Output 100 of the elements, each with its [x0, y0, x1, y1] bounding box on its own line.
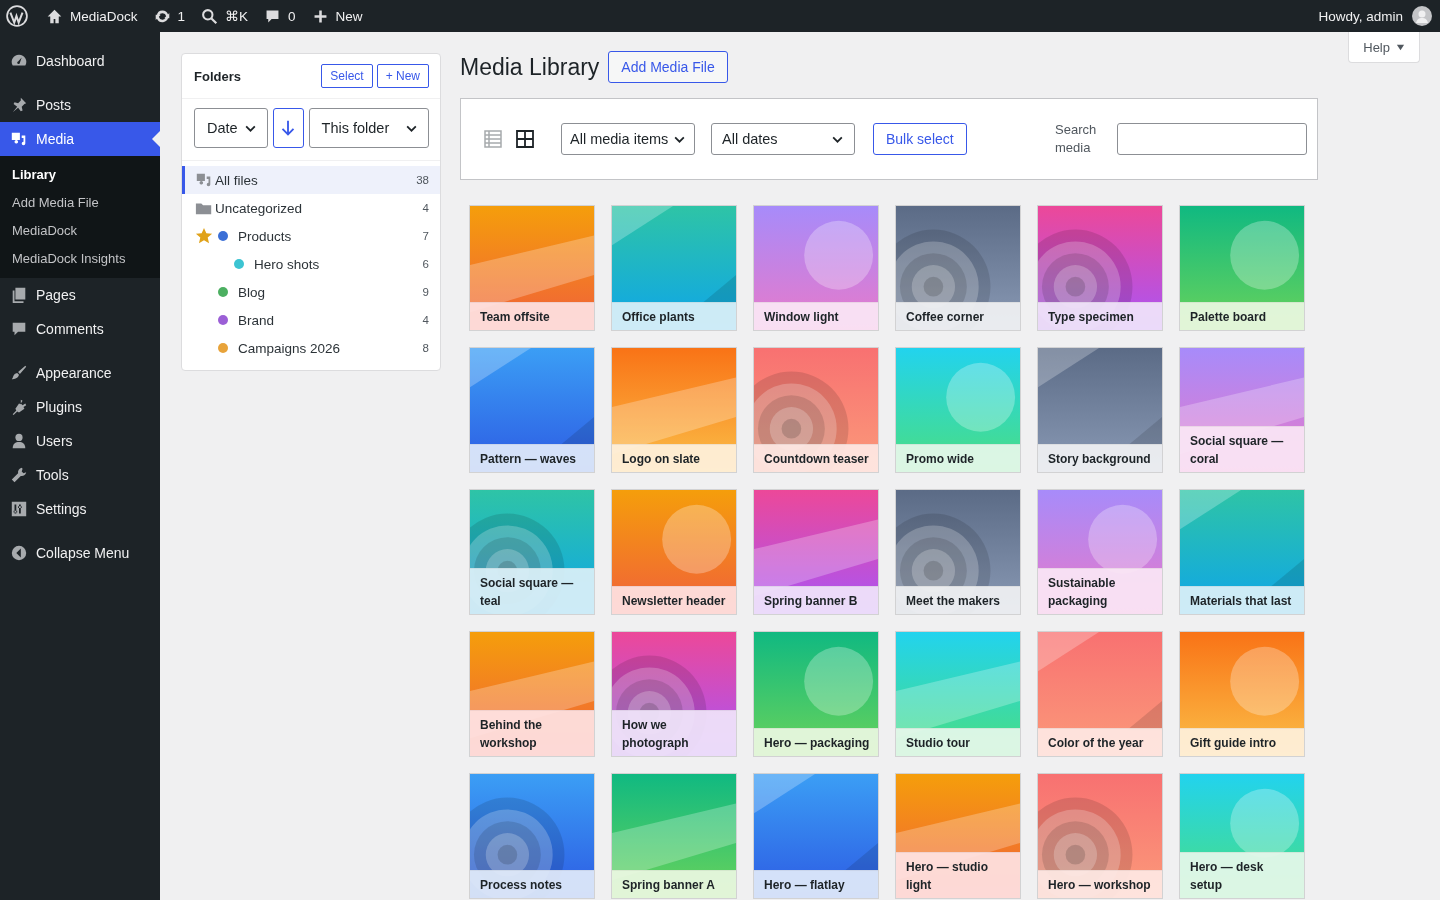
help-button[interactable]: Help	[1348, 32, 1420, 63]
media-tile[interactable]: Countdown teaser	[753, 347, 879, 473]
menu-item[interactable]: Appearance	[0, 356, 160, 390]
folder-item[interactable]: Brand 4	[182, 306, 440, 334]
collapse-menu-button[interactable]: Collapse Menu	[0, 536, 160, 570]
wordpress-logo-icon[interactable]	[6, 5, 28, 27]
scope-select[interactable]: This folder	[308, 108, 429, 148]
media-title: Social square — teal	[480, 576, 574, 608]
media-tile[interactable]: Materials that last	[1179, 489, 1305, 615]
media-tile[interactable]: Office plants	[611, 205, 737, 331]
date-select[interactable]: All dates	[711, 123, 855, 155]
file-count: 9	[422, 286, 429, 298]
page-title: Media Library	[460, 53, 600, 81]
submenu-item[interactable]: Library	[0, 160, 160, 188]
media-tile[interactable]: Newsletter header	[611, 489, 737, 615]
media-tile[interactable]: Promo wide	[895, 347, 1021, 473]
media-tile[interactable]: Process notes	[469, 773, 595, 899]
media-tile[interactable]: Hero — studio light	[895, 773, 1021, 899]
media-type-select[interactable]: All media items	[561, 123, 695, 155]
media-tile[interactable]: Social square — teal	[469, 489, 595, 615]
new-link[interactable]: New	[311, 7, 363, 25]
media-tile[interactable]: Gift guide intro	[1179, 631, 1305, 757]
folder-item[interactable]: Products 7	[182, 222, 440, 250]
search-link[interactable]: ⌘K	[201, 7, 249, 25]
media-tile[interactable]: Studio tour	[895, 631, 1021, 757]
caret-icon	[1396, 42, 1405, 52]
menu-item[interactable]: Users	[0, 424, 160, 458]
media-tile[interactable]: Type specimen	[1037, 205, 1163, 331]
submenu-item[interactable]: Add Media File	[0, 188, 160, 216]
select-button[interactable]: Select	[321, 64, 373, 88]
updates-link[interactable]: 1	[153, 7, 186, 25]
media-title: Spring banner B	[764, 594, 858, 608]
media-tile[interactable]: Hero — workshop	[1037, 773, 1163, 899]
media-title: Countdown teaser	[764, 452, 869, 466]
bulk-select-button[interactable]: Bulk select	[873, 123, 967, 155]
folder-item[interactable]: Hero shots 6	[182, 250, 440, 278]
pages-icon	[10, 286, 28, 304]
sort-direction-button[interactable]	[272, 108, 304, 148]
folder-item[interactable]: Campaigns 2026 8	[182, 334, 440, 362]
menu-item[interactable]: Comments	[0, 312, 160, 346]
media-tile[interactable]: How we photograph	[611, 631, 737, 757]
media-title: Spring banner A	[622, 878, 715, 892]
media-tile[interactable]: Hero — packaging	[753, 631, 879, 757]
brush-icon	[10, 364, 28, 382]
media-tile[interactable]: Social square — coral	[1179, 347, 1305, 473]
menu-item[interactable]: Media	[0, 122, 160, 156]
media-title: Type specimen	[1048, 310, 1134, 324]
media-tile[interactable]: Palette board	[1179, 205, 1305, 331]
media-tile[interactable]: Story background	[1037, 347, 1163, 473]
person-icon	[10, 432, 28, 450]
media-tile[interactable]: Team offsite	[469, 205, 595, 331]
menu-item[interactable]: Tools	[0, 458, 160, 492]
media-tile[interactable]: Hero — flatlay	[753, 773, 879, 899]
media-tile[interactable]: Sustainable packaging	[1037, 489, 1163, 615]
menu-item[interactable]: Plugins	[0, 390, 160, 424]
folder-item[interactable]: All files 38	[182, 166, 440, 194]
media-tile[interactable]: Spring banner B	[753, 489, 879, 615]
media-tile[interactable]: Behind the workshop	[469, 631, 595, 757]
folder-item[interactable]: Uncategorized 4	[182, 194, 440, 222]
media-title: Pattern — waves	[480, 452, 577, 466]
panel-title: Folders	[194, 68, 241, 84]
menu-item[interactable]: Settings	[0, 492, 160, 526]
media-title: Promo wide	[906, 452, 974, 466]
media-title: Story background	[1048, 452, 1151, 466]
folder-name: Products	[238, 228, 293, 244]
media-title: Palette board	[1190, 310, 1267, 324]
media-tile[interactable]: Color of the year	[1037, 631, 1163, 757]
submenu-item[interactable]: MediaDock Insights	[0, 244, 160, 272]
folder-item[interactable]: Blog 9	[182, 278, 440, 306]
media-tile[interactable]: Meet the makers	[895, 489, 1021, 615]
account-link[interactable]: Howdy, admin	[1318, 6, 1432, 26]
media-tile[interactable]: Spring banner A	[611, 773, 737, 899]
sort-select[interactable]: Date	[194, 108, 268, 148]
media-tile[interactable]: Pattern — waves	[469, 347, 595, 473]
home-icon	[46, 7, 63, 25]
search-field[interactable]	[1117, 123, 1307, 155]
media-title: Materials that last	[1190, 594, 1292, 608]
site-link[interactable]: MediaDock	[46, 7, 138, 25]
avatar-icon	[1412, 6, 1432, 26]
media-title: Team offsite	[480, 310, 550, 324]
grid-view-icon[interactable]	[515, 129, 535, 149]
comments-link[interactable]: 0	[264, 7, 296, 25]
media-title: Newsletter header	[622, 594, 726, 608]
media-tile[interactable]: Hero — desk setup	[1179, 773, 1305, 899]
media-title: Color of the year	[1048, 736, 1144, 750]
pin-icon	[10, 96, 28, 114]
media-title: Meet the makers	[906, 594, 1001, 608]
media-tile[interactable]: Window light	[753, 205, 879, 331]
new-folder-button[interactable]: + New	[376, 64, 429, 88]
add-media-button[interactable]: Add Media File	[608, 51, 728, 83]
menu-item[interactable]: Posts	[0, 88, 160, 122]
media-icon	[10, 130, 28, 148]
menu-item[interactable]: Pages	[0, 278, 160, 312]
media-tile[interactable]: Logo on slate	[611, 347, 737, 473]
media-tile[interactable]: Coffee corner	[895, 205, 1021, 331]
submenu-item[interactable]: MediaDock	[0, 216, 160, 244]
menu-item[interactable]: Dashboard	[0, 44, 160, 78]
media-title: Window light	[764, 310, 839, 324]
media-title: Logo on slate	[622, 452, 700, 466]
folder-name: Campaigns 2026	[238, 340, 342, 356]
